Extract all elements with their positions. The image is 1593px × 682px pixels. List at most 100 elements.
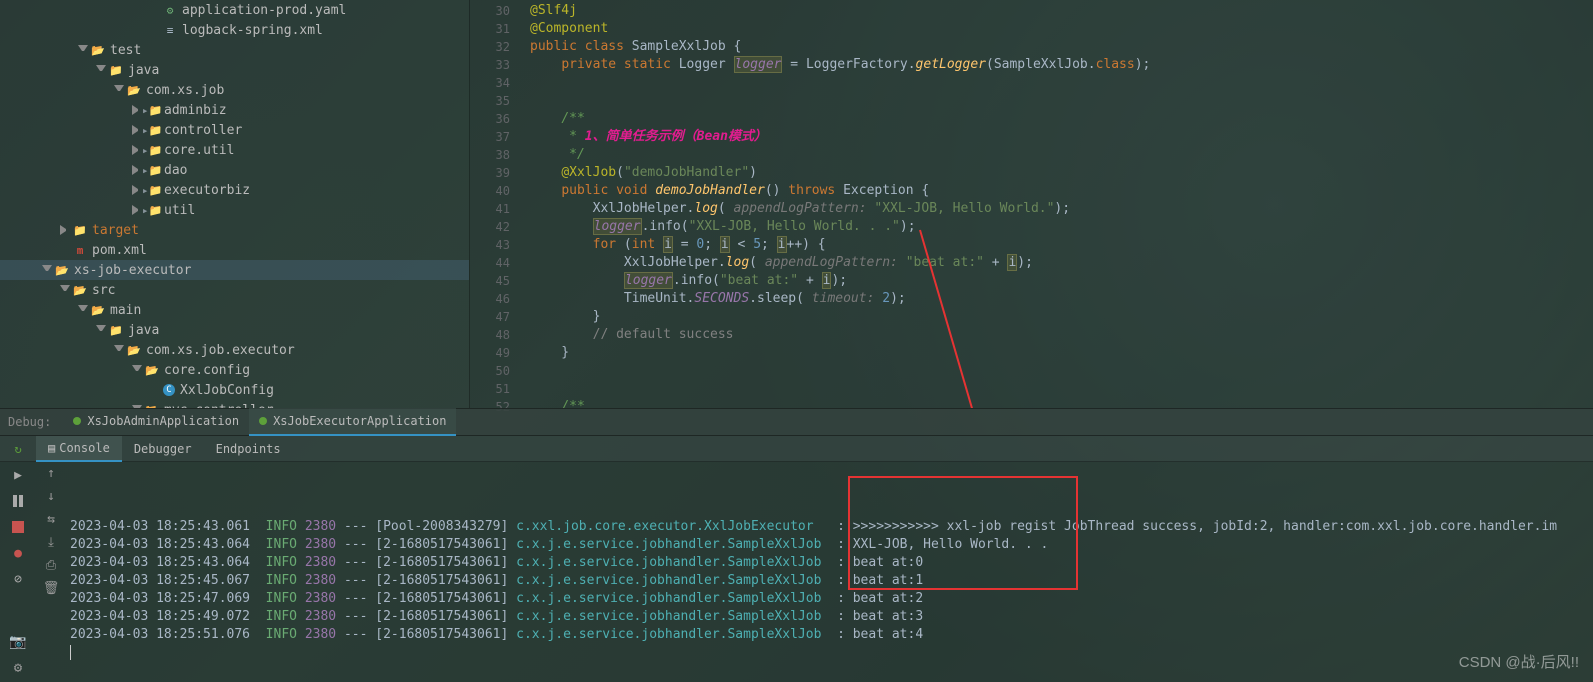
chevron-down-icon[interactable]: [60, 285, 70, 295]
chevron-down-icon[interactable]: [96, 65, 106, 75]
chevron-down-icon[interactable]: [78, 305, 88, 315]
chevron-down-icon[interactable]: [78, 45, 88, 55]
line-number[interactable]: 42: [470, 218, 510, 236]
code-line[interactable]: for (int i = 0; i < 5; i++) {: [530, 236, 1593, 254]
debug-config-tab[interactable]: XsJobAdminApplication: [63, 408, 249, 436]
code-line[interactable]: * 1、简单任务示例（Bean模式）: [530, 128, 1593, 146]
tree-item[interactable]: 📁java: [0, 320, 469, 340]
tree-item[interactable]: ▸📁dao: [0, 160, 469, 180]
pause-icon[interactable]: [9, 492, 27, 510]
tree-item[interactable]: ▸📁controller: [0, 120, 469, 140]
tree-item[interactable]: ▸📁util: [0, 200, 469, 220]
chevron-right-icon[interactable]: [132, 105, 142, 115]
chevron-down-icon[interactable]: [96, 325, 106, 335]
code-line[interactable]: [530, 74, 1593, 92]
line-number[interactable]: 32: [470, 38, 510, 56]
line-number[interactable]: 50: [470, 362, 510, 380]
line-number[interactable]: 33: [470, 56, 510, 74]
log-line[interactable]: 2023-04-03 18:25:49.072 INFO 2380 --- [2…: [70, 608, 1593, 626]
line-number[interactable]: 36: [470, 110, 510, 128]
code-line[interactable]: TimeUnit.SECONDS.sleep( timeout: 2);: [530, 290, 1593, 308]
code-line[interactable]: @Component: [530, 20, 1593, 38]
tree-item[interactable]: ▸📁adminbiz: [0, 100, 469, 120]
chevron-down-icon[interactable]: [42, 265, 52, 275]
tree-item[interactable]: ▸📁core.util: [0, 140, 469, 160]
line-number[interactable]: 41: [470, 200, 510, 218]
code-line[interactable]: }: [530, 308, 1593, 326]
code-line[interactable]: /**: [530, 398, 1593, 408]
scroll-end-icon[interactable]: ⤓: [48, 535, 54, 550]
mute-breakpoints-icon[interactable]: ⊘: [9, 570, 27, 588]
code-line[interactable]: public void demoJobHandler() throws Exce…: [530, 182, 1593, 200]
chevron-right-icon[interactable]: [132, 125, 142, 135]
tree-item[interactable]: 📁java: [0, 60, 469, 80]
line-number[interactable]: 31: [470, 20, 510, 38]
code-line[interactable]: @Slf4j: [530, 2, 1593, 20]
tree-item[interactable]: 📂core.config: [0, 360, 469, 380]
clear-icon[interactable]: 🗑: [43, 581, 60, 596]
console-output[interactable]: 2023-04-03 18:25:43.061 INFO 2380 --- [P…: [66, 462, 1593, 682]
tree-item[interactable]: 📂mvc.controller: [0, 400, 469, 408]
print-icon[interactable]: ⎙: [46, 558, 56, 573]
log-line[interactable]: 2023-04-03 18:25:43.064 INFO 2380 --- [2…: [70, 536, 1593, 554]
code-line[interactable]: XxlJobHelper.log( appendLogPattern: "bea…: [530, 254, 1593, 272]
debug-config-tab[interactable]: XsJobExecutorApplication: [249, 408, 456, 436]
tool-tab-console[interactable]: ▤Console: [36, 436, 122, 462]
code-line[interactable]: private static Logger logger = LoggerFac…: [530, 56, 1593, 74]
line-number[interactable]: 47: [470, 308, 510, 326]
stop-icon[interactable]: [9, 518, 27, 536]
chevron-down-icon[interactable]: [132, 365, 142, 375]
chevron-right-icon[interactable]: [132, 145, 142, 155]
code-line[interactable]: public class SampleXxlJob {: [530, 38, 1593, 56]
code-line[interactable]: /**: [530, 110, 1593, 128]
code-line[interactable]: // default success: [530, 326, 1593, 344]
log-line[interactable]: 2023-04-03 18:25:51.076 INFO 2380 --- [2…: [70, 626, 1593, 644]
tree-item[interactable]: ⚙application-prod.yaml: [0, 0, 469, 20]
line-number[interactable]: 40: [470, 182, 510, 200]
line-number[interactable]: 37: [470, 128, 510, 146]
log-line[interactable]: 2023-04-03 18:25:43.064 INFO 2380 --- [2…: [70, 554, 1593, 572]
tree-item[interactable]: 📂main: [0, 300, 469, 320]
soft-wrap-icon[interactable]: ⇆: [47, 512, 55, 527]
camera-icon[interactable]: 📷: [9, 634, 26, 650]
code-line[interactable]: }: [530, 344, 1593, 362]
code-line[interactable]: logger.info("beat at:" + i);: [530, 272, 1593, 290]
line-number[interactable]: 49: [470, 344, 510, 362]
code-line[interactable]: XxlJobHelper.log( appendLogPattern: "XXL…: [530, 200, 1593, 218]
line-number[interactable]: 46: [470, 290, 510, 308]
tree-item[interactable]: 📁target: [0, 220, 469, 240]
tree-item[interactable]: CXxlJobConfig: [0, 380, 469, 400]
tree-item[interactable]: 📂xs-job-executor: [0, 260, 469, 280]
line-number[interactable]: 35: [470, 92, 510, 110]
chevron-right-icon[interactable]: [132, 165, 142, 175]
code-line[interactable]: [530, 92, 1593, 110]
log-line[interactable]: 2023-04-03 18:25:43.061 INFO 2380 --- [P…: [70, 518, 1593, 536]
down-icon[interactable]: ↓: [47, 489, 55, 504]
tree-item[interactable]: ▸📁executorbiz: [0, 180, 469, 200]
log-line[interactable]: 2023-04-03 18:25:45.067 INFO 2380 --- [2…: [70, 572, 1593, 590]
line-number[interactable]: 51: [470, 380, 510, 398]
up-icon[interactable]: ↑: [47, 466, 55, 481]
code-line[interactable]: @XxlJob("demoJobHandler"): [530, 164, 1593, 182]
rerun-icon[interactable]: ↻: [14, 442, 21, 456]
code-line[interactable]: [530, 380, 1593, 398]
view-breakpoints-icon[interactable]: ●: [9, 544, 27, 562]
resume-icon[interactable]: ▶: [9, 466, 27, 484]
tree-item[interactable]: 📂src: [0, 280, 469, 300]
chevron-down-icon[interactable]: [114, 85, 124, 95]
code-editor[interactable]: 3031323334353637383940414243444546474849…: [470, 0, 1593, 408]
editor-code[interactable]: @Slf4j@Componentpublic class SampleXxlJo…: [520, 0, 1593, 408]
project-tree[interactable]: ⚙application-prod.yaml≡logback-spring.xm…: [0, 0, 470, 408]
tree-item[interactable]: 📂com.xs.job.executor: [0, 340, 469, 360]
code-line[interactable]: */: [530, 146, 1593, 164]
settings-icon[interactable]: ⚙: [14, 660, 22, 676]
log-line[interactable]: 2023-04-03 18:25:47.069 INFO 2380 --- [2…: [70, 590, 1593, 608]
tool-tab-endpoints[interactable]: Endpoints: [204, 436, 293, 462]
tool-tab-debugger[interactable]: Debugger: [122, 436, 204, 462]
tree-item[interactable]: ≡logback-spring.xml: [0, 20, 469, 40]
code-line[interactable]: [530, 362, 1593, 380]
tree-item[interactable]: 📂test: [0, 40, 469, 60]
line-number[interactable]: 45: [470, 272, 510, 290]
line-number[interactable]: 39: [470, 164, 510, 182]
line-number[interactable]: 43: [470, 236, 510, 254]
